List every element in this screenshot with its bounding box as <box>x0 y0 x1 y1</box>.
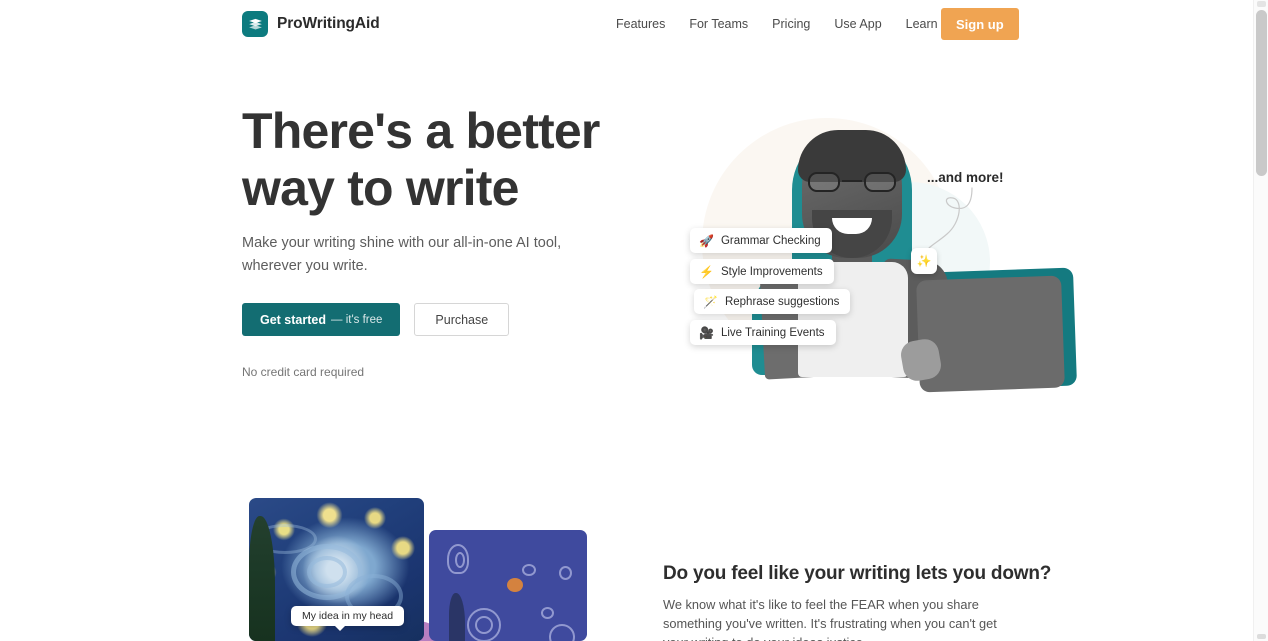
lightning-bolt-icon: ⚡ <box>699 264 714 279</box>
scrollbar-top-cap <box>1257 1 1266 7</box>
sign-up-button[interactable]: Sign up <box>941 8 1019 40</box>
get-started-button[interactable]: Get started — it's free <box>242 303 401 336</box>
video-camera-icon: 🎥 <box>699 325 714 340</box>
magic-wand-icon: 🪄 <box>703 294 718 309</box>
site-header: ProWritingAid Features For Teams Pricing… <box>0 0 1253 48</box>
starry-night-artwork: My idea in my head <box>249 498 424 641</box>
art-tooltip: My idea in my head <box>291 606 405 631</box>
rocket-icon: 🚀 <box>699 233 714 248</box>
scrollbar-bottom-cap <box>1257 634 1266 639</box>
feature-label: Style Improvements <box>720 265 823 278</box>
nav-item-features[interactable]: Features <box>604 11 677 37</box>
and-more-callout: ...and more! <box>927 170 1004 185</box>
starry-night-image: My idea in my head <box>249 498 424 641</box>
squiggle-arrow-icon <box>928 187 973 249</box>
scrollbar-thumb[interactable] <box>1256 10 1267 176</box>
brand-name: ProWritingAid <box>277 15 380 32</box>
sketch-illustration <box>429 530 587 641</box>
nav-item-for-teams[interactable]: For Teams <box>677 11 760 37</box>
no-credit-card-note: No credit card required <box>242 365 365 379</box>
page-root: ProWritingAid Features For Teams Pricing… <box>0 0 1268 641</box>
laptop-icon <box>916 275 1065 393</box>
page-scrollbar[interactable] <box>1253 0 1268 641</box>
hero-subtitle: Make your writing shine with our all-in-… <box>242 235 562 274</box>
section-title: Do you feel like your writing lets you d… <box>663 563 1052 584</box>
sparkles-icon: ✨ <box>916 254 932 268</box>
prowritingaid-logo-icon <box>242 11 268 37</box>
feature-label: Live Training Events <box>720 326 825 339</box>
feature-card-grammar-checking: 🚀 Grammar Checking <box>690 228 832 253</box>
feature-card-rephrase-suggestions: 🪄 Rephrase suggestions <box>694 289 851 314</box>
feature-card-style-improvements: ⚡ Style Improvements <box>690 259 834 284</box>
get-started-suffix: — it's free <box>331 313 383 326</box>
feature-label: Rephrase suggestions <box>724 295 840 308</box>
sparkles-badge: ✨ <box>911 248 937 274</box>
nav-item-use-app[interactable]: Use App <box>822 11 893 37</box>
hero-title: There's a better way to write <box>242 103 600 216</box>
hero-cta-group: Get started — it's free Purchase <box>242 303 510 336</box>
feature-card-live-training-events: 🎥 Live Training Events <box>690 320 836 345</box>
purchase-button[interactable]: Purchase <box>414 303 510 336</box>
brand-logo[interactable]: ProWritingAid <box>242 11 380 37</box>
glasses-icon <box>806 172 898 192</box>
get-started-label: Get started <box>260 312 326 327</box>
nav-item-pricing[interactable]: Pricing <box>760 11 822 37</box>
section-body: We know what it's like to feel the FEAR … <box>663 597 997 641</box>
feature-label: Grammar Checking <box>720 234 821 247</box>
